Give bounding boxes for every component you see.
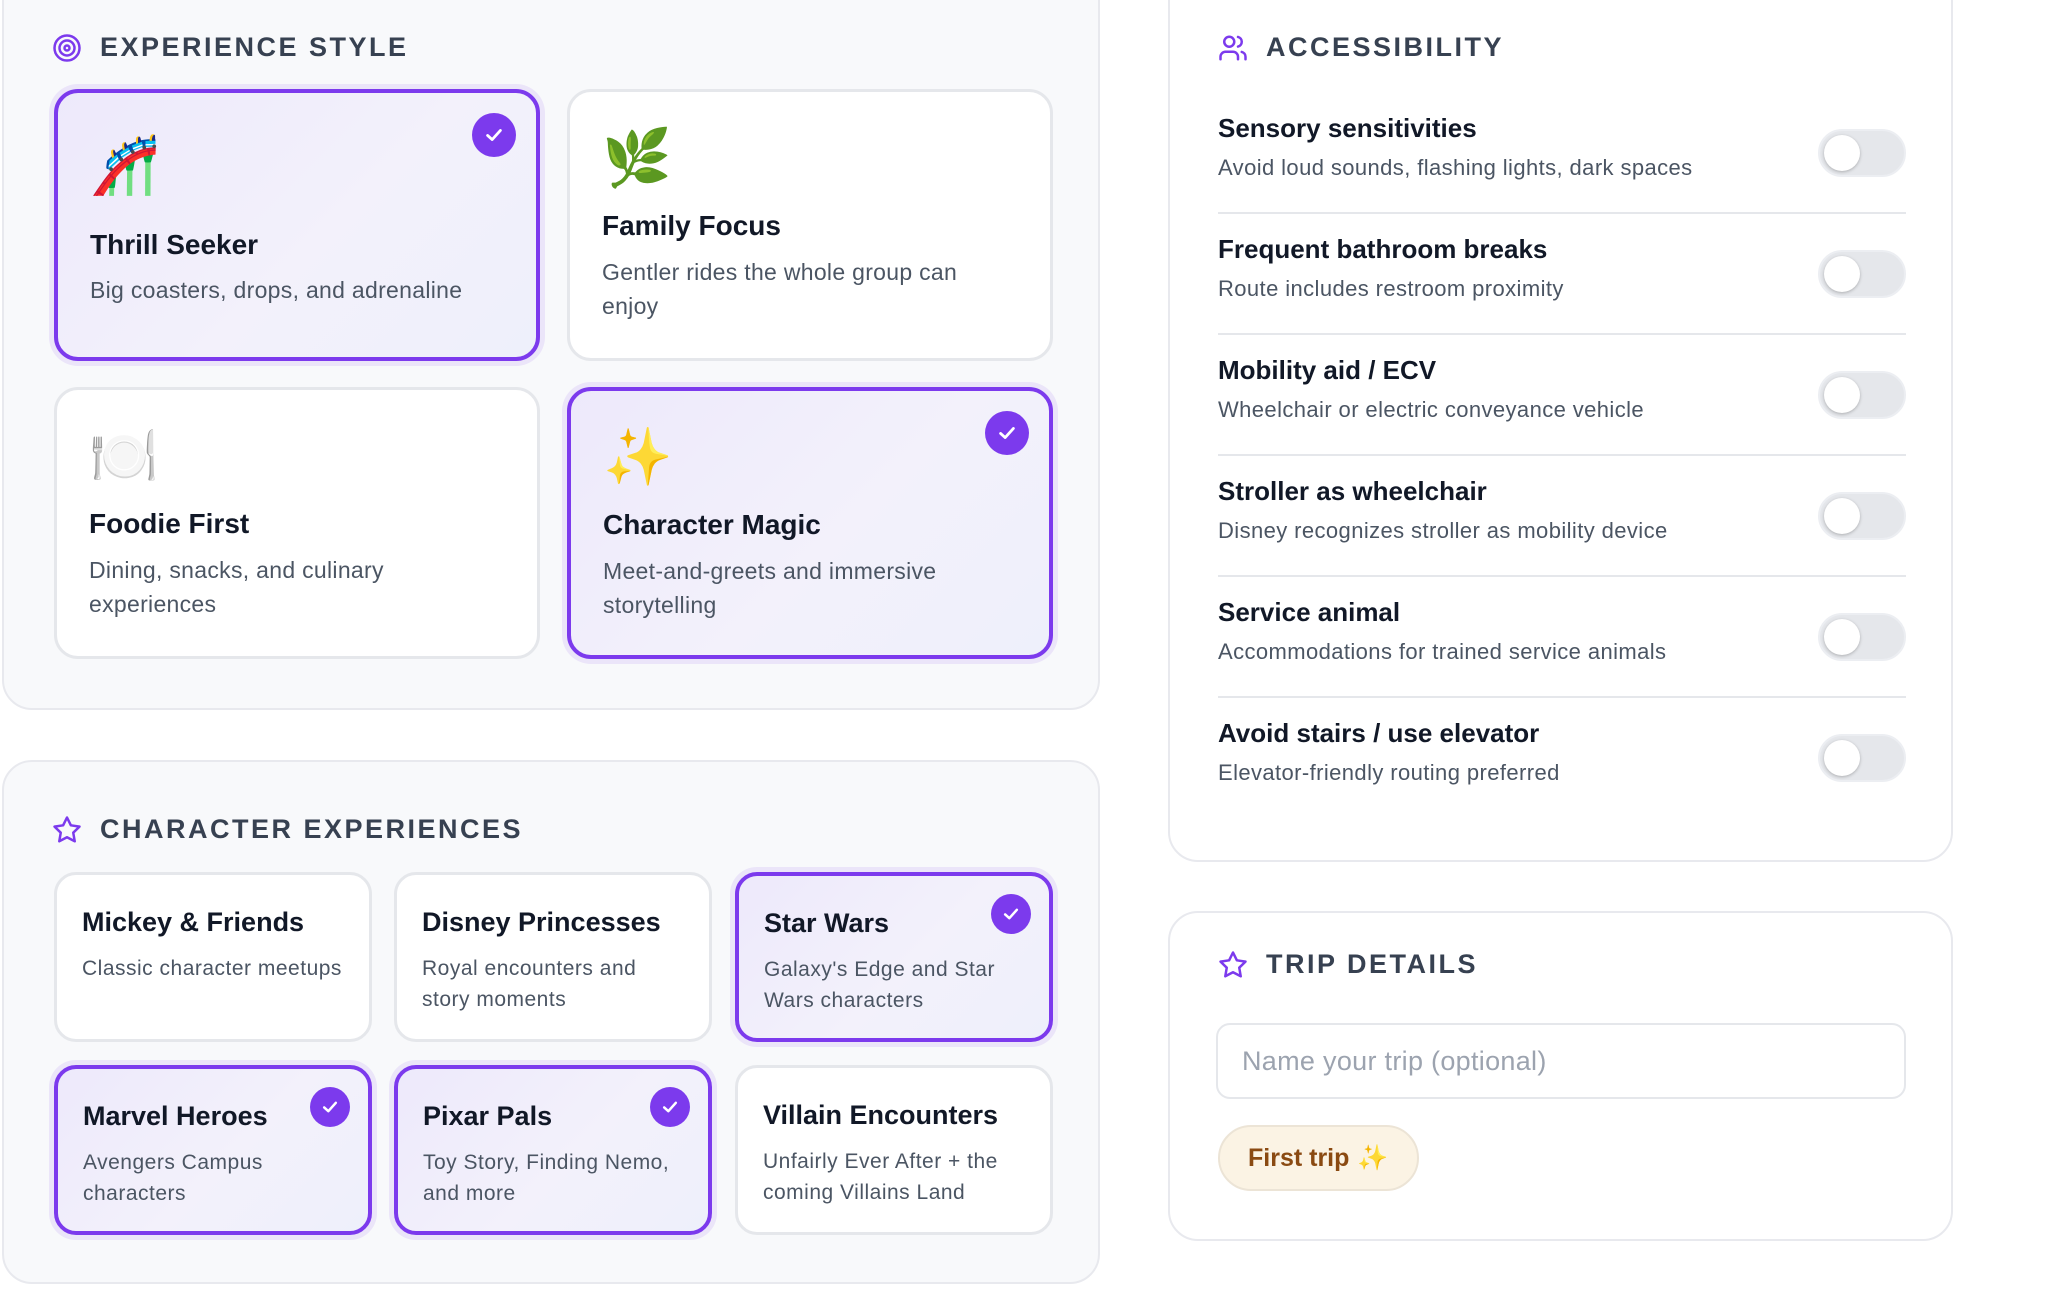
sparkles-icon: ✨: [603, 425, 673, 488]
char-card-marvel-heroes[interactable]: Marvel Heroes Avengers Campus characters: [54, 1065, 372, 1235]
trip-name-input[interactable]: [1216, 1023, 1906, 1099]
accessibility-option-sensory: Sensory sensitivities Avoid loud sounds,…: [1218, 93, 1906, 214]
toggle-knob: [1824, 377, 1860, 413]
style-card-description: Meet-and-greets and immersive storytelli…: [603, 558, 937, 618]
accessibility-option-title: Avoid stairs / use elevator: [1218, 718, 1540, 748]
experience-style-panel: EXPERIENCE STYLE 🎢 Thrill Seeker Big coa…: [2, 0, 1100, 710]
accessibility-option-service-animal: Service animal Accommodations for traine…: [1218, 577, 1906, 698]
char-card-description: Toy Story, Finding Nemo, and more: [423, 1151, 670, 1205]
style-card-family-focus[interactable]: 🌿 Family Focus Gentler rides the whole g…: [567, 89, 1053, 361]
check-icon: [472, 113, 516, 157]
style-card-title: Thrill Seeker: [90, 229, 259, 260]
toggle-knob: [1824, 740, 1860, 776]
character-experiences-heading: CHARACTER EXPERIENCES: [52, 814, 523, 845]
accessibility-option-title: Sensory sensitivities: [1218, 113, 1477, 143]
stroller-toggle[interactable]: [1818, 492, 1906, 540]
char-card-title: Disney Princesses: [422, 907, 661, 937]
star-icon: [53, 815, 81, 843]
accessibility-heading: ACCESSIBILITY: [1218, 32, 1504, 63]
style-card-title: Foodie First: [89, 508, 250, 539]
bathroom-breaks-toggle[interactable]: [1818, 250, 1906, 298]
sparkles-icon: ✨: [1357, 1143, 1389, 1172]
style-card-character-magic[interactable]: ✨ Character Magic Meet-and-greets and im…: [567, 387, 1053, 659]
toggle-knob: [1824, 256, 1860, 292]
check-icon: [985, 411, 1029, 455]
char-card-description: Classic character meetups: [82, 957, 342, 980]
trip-details-heading: TRIP DETAILS: [1218, 949, 1478, 980]
roller-coaster-icon: 🎢: [90, 133, 160, 196]
style-card-title: Character Magic: [603, 509, 821, 540]
char-card-description: Royal encounters and story moments: [422, 957, 637, 1011]
toggle-knob: [1824, 498, 1860, 534]
experience-style-title: EXPERIENCE STYLE: [100, 32, 409, 62]
char-card-title: Marvel Heroes: [83, 1101, 268, 1131]
char-card-title: Star Wars: [764, 908, 890, 938]
accessibility-option-title: Mobility aid / ECV: [1218, 355, 1437, 385]
style-card-description: Gentler rides the whole group can enjoy: [602, 259, 958, 319]
char-card-title: Pixar Pals: [423, 1101, 553, 1131]
accessibility-option-stairs: Avoid stairs / use elevator Elevator-fri…: [1218, 698, 1906, 819]
accessibility-option-description: Elevator-friendly routing preferred: [1218, 760, 1560, 785]
accessibility-option-title: Service animal: [1218, 597, 1401, 627]
trip-details-panel: TRIP DETAILS First trip ✨: [1168, 911, 1953, 1241]
plate-cutlery-icon: 🍽️: [89, 424, 159, 487]
accessibility-option-title: Stroller as wheelchair: [1218, 476, 1487, 506]
star-icon: [1219, 950, 1247, 978]
avoid-stairs-toggle[interactable]: [1818, 734, 1906, 782]
service-animal-toggle[interactable]: [1818, 613, 1906, 661]
character-experiences-title: CHARACTER EXPERIENCES: [100, 814, 524, 844]
char-card-description: Unfairly Ever After + the coming Villain…: [763, 1150, 998, 1204]
accessibility-title: ACCESSIBILITY: [1266, 32, 1505, 62]
accessibility-option-mobility: Mobility aid / ECV Wheelchair or electri…: [1218, 335, 1906, 456]
style-card-title: Family Focus: [602, 210, 781, 241]
first-trip-label: First trip: [1248, 1143, 1350, 1172]
style-card-description: Dining, snacks, and culinary experiences: [89, 557, 384, 617]
char-card-disney-princesses[interactable]: Disney Princesses Royal encounters and s…: [394, 872, 712, 1042]
experience-style-heading: EXPERIENCE STYLE: [52, 32, 409, 63]
accessibility-option-description: Accommodations for trained service anima…: [1218, 639, 1667, 664]
style-card-description: Big coasters, drops, and adrenaline: [90, 277, 463, 303]
char-card-pixar-pals[interactable]: Pixar Pals Toy Story, Finding Nemo, and …: [394, 1065, 712, 1235]
char-card-star-wars[interactable]: Star Wars Galaxy's Edge and Star Wars ch…: [735, 872, 1053, 1042]
char-card-title: Villain Encounters: [763, 1100, 999, 1130]
accessibility-option-bathroom: Frequent bathroom breaks Route includes …: [1218, 214, 1906, 335]
check-icon: [650, 1087, 690, 1127]
character-experiences-panel: CHARACTER EXPERIENCES Mickey & Friends C…: [2, 760, 1100, 1284]
char-card-description: Avengers Campus characters: [83, 1151, 263, 1205]
users-icon: [1219, 35, 1247, 60]
trip-details-title: TRIP DETAILS: [1266, 949, 1479, 979]
accessibility-option-description: Avoid loud sounds, flashing lights, dark…: [1218, 155, 1693, 180]
style-card-foodie-first[interactable]: 🍽️ Foodie First Dining, snacks, and culi…: [54, 387, 540, 659]
accessibility-option-title: Frequent bathroom breaks: [1218, 234, 1548, 264]
char-card-description: Galaxy's Edge and Star Wars characters: [764, 958, 995, 1012]
first-trip-chip[interactable]: First trip ✨: [1218, 1125, 1419, 1191]
accessibility-panel: ACCESSIBILITY Sensory sensitivities Avoi…: [1168, 0, 1953, 862]
target-icon: [53, 33, 81, 62]
check-icon: [991, 894, 1031, 934]
mobility-aid-toggle[interactable]: [1818, 371, 1906, 419]
accessibility-option-description: Wheelchair or electric conveyance vehicl…: [1218, 397, 1645, 422]
char-card-mickey-friends[interactable]: Mickey & Friends Classic character meetu…: [54, 872, 372, 1042]
accessibility-option-description: Route includes restroom proximity: [1218, 276, 1564, 301]
sensory-toggle[interactable]: [1818, 129, 1906, 177]
herb-icon: 🌿: [602, 126, 672, 189]
check-icon: [310, 1087, 350, 1127]
char-card-title: Mickey & Friends: [82, 907, 305, 937]
accessibility-option-stroller: Stroller as wheelchair Disney recognizes…: [1218, 456, 1906, 577]
char-card-villain-encounters[interactable]: Villain Encounters Unfairly Ever After +…: [735, 1065, 1053, 1235]
style-card-thrill-seeker[interactable]: 🎢 Thrill Seeker Big coasters, drops, and…: [54, 89, 540, 361]
toggle-knob: [1824, 135, 1860, 171]
toggle-knob: [1824, 619, 1860, 655]
accessibility-option-description: Disney recognizes stroller as mobility d…: [1218, 518, 1668, 543]
